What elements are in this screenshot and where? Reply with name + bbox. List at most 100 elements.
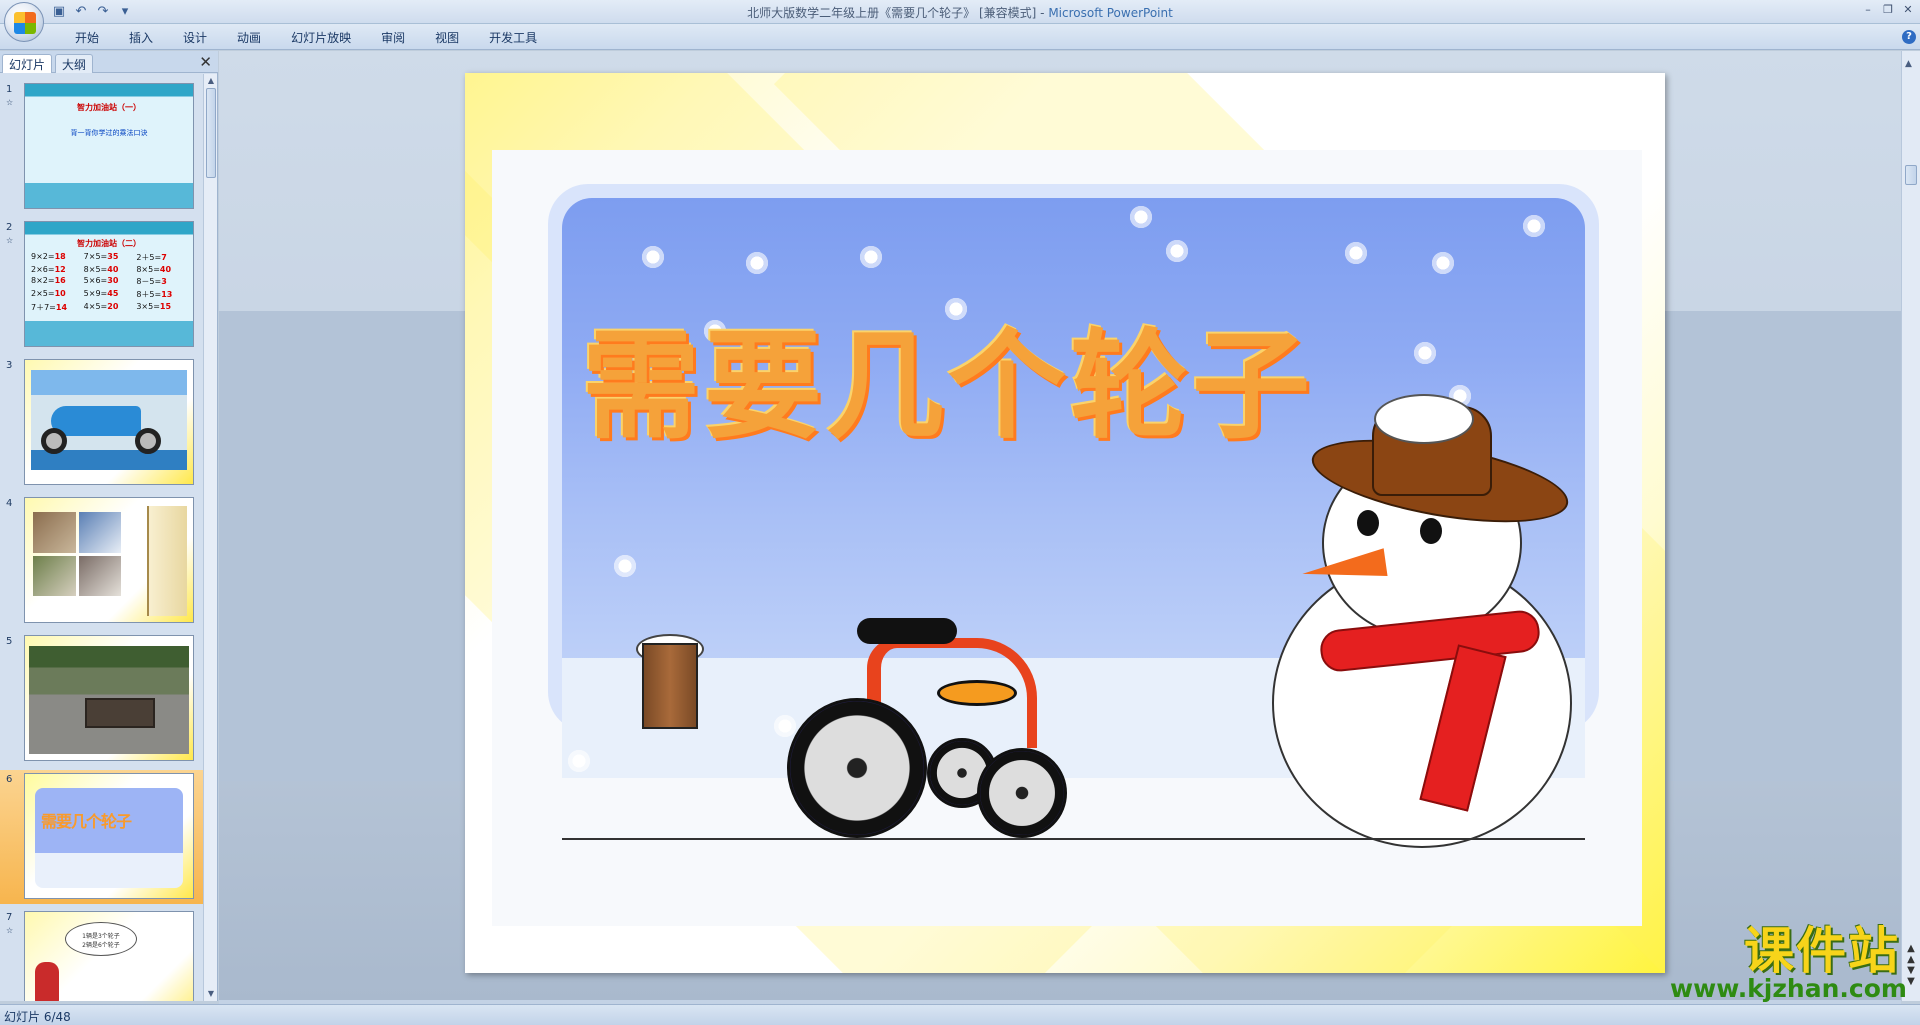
tab-review[interactable]: 审阅: [366, 29, 420, 46]
equation-item: 5×9=45: [84, 289, 137, 300]
equation-answer: 3: [161, 277, 167, 286]
equation-question: 5×6=: [83, 276, 108, 285]
equation-question: 4×5=: [83, 302, 108, 311]
watermark-url: www.kjzhan.com: [1670, 974, 1907, 1003]
close-icon[interactable]: ✕: [1900, 2, 1916, 18]
equation-answer: 13: [161, 290, 173, 299]
tab-view[interactable]: 视图: [420, 29, 474, 46]
current-slide[interactable]: 需要几个轮子: [465, 73, 1665, 973]
slides-pane: 幻灯片 大纲 ✕ 1 ☆ 智力加油站（一） 背一背你学过的乘法口诀 2 ☆ 智力…: [0, 51, 218, 1001]
boy-illustration: [35, 962, 59, 1001]
equation-item: 7×5=35: [84, 252, 137, 263]
thumbnail-scrollbar[interactable]: ▲ ▼: [203, 74, 217, 1001]
cloud-line: 2辆是6个轮子: [82, 942, 120, 949]
tricycle-photo: [31, 370, 187, 470]
equation-answer: 15: [159, 302, 172, 311]
tab-developer[interactable]: 开发工具: [474, 29, 552, 46]
tab-home[interactable]: 开始: [60, 29, 114, 46]
tab-animations[interactable]: 动画: [222, 29, 276, 46]
scrollbar-thumb[interactable]: [1905, 165, 1917, 185]
slide-counter: 幻灯片 6/48: [4, 1010, 71, 1024]
equation-answer: 7: [161, 253, 167, 262]
slide-thumbnail-1[interactable]: 1 ☆ 智力加油站（一） 背一背你学过的乘法口诀: [0, 80, 204, 214]
minimize-icon[interactable]: –: [1860, 2, 1876, 18]
equation-question: 9×2=: [31, 252, 55, 261]
equation-item: 8－5=3: [136, 276, 189, 287]
tree-stump: [642, 643, 698, 729]
thumbnail-image: 需要几个轮子: [24, 773, 194, 899]
window-title: 北师大版数学二年级上册《需要几个轮子》 [兼容模式] - Microsoft P…: [0, 4, 1920, 21]
office-button[interactable]: [4, 2, 44, 42]
slide-number: 3: [6, 360, 13, 371]
equation-answer: 16: [54, 276, 66, 285]
slide-thumbnail-5[interactable]: 5: [0, 632, 204, 766]
tab-slides[interactable]: 幻灯片: [2, 54, 53, 73]
equation-item: 5×6=30: [84, 276, 137, 287]
equation-item: 8×5=40: [136, 265, 189, 274]
thumb-subtitle: 背一背你学过的乘法口诀: [70, 129, 148, 137]
equation-question: 7×5=: [83, 252, 108, 261]
watermark-logo: 课件站 www.kjzhan.com: [1670, 925, 1907, 1003]
slide-title[interactable]: 需要几个轮子: [582, 290, 1314, 461]
slide-thumbnail-7[interactable]: 7 ☆ 1辆是3个轮子 2辆是6个轮子: [0, 908, 204, 1001]
snowflake: [612, 553, 638, 579]
document-title: 北师大版数学二年级上册《需要几个轮子》 [兼容模式]: [747, 6, 1037, 20]
office-logo-icon: [14, 12, 36, 34]
winter-scene: 需要几个轮子: [548, 184, 1599, 868]
cloud-line: 1辆是3个轮子: [82, 933, 120, 940]
slide-thumbnail-4[interactable]: 4: [0, 494, 204, 628]
pane-tabs: 幻灯片 大纲 ✕: [0, 51, 218, 73]
tab-slideshow[interactable]: 幻灯片放映: [276, 29, 366, 46]
snowflake: [744, 250, 770, 276]
equation-item: 2＋5=7: [136, 252, 189, 263]
slide-number: 7: [6, 912, 13, 923]
ribbon-tabs: 开始 插入 设计 动画 幻灯片放映 审阅 视图 开发工具 ?: [0, 24, 1920, 50]
snowflake: [640, 244, 666, 270]
tree-illustration: [147, 506, 187, 616]
cart-photo: [29, 646, 189, 754]
equation-question: 8＋5=: [136, 290, 162, 299]
tab-design[interactable]: 设计: [168, 29, 222, 46]
tab-outline[interactable]: 大纲: [55, 54, 94, 73]
mini-scene: 需要几个轮子: [35, 788, 183, 888]
equation-question: 2×5=: [31, 289, 55, 298]
equation-answer: 14: [55, 303, 68, 312]
slide-thumbnail-6[interactable]: 6 需要几个轮子: [0, 770, 204, 904]
scrollbar-thumb[interactable]: [206, 88, 216, 178]
scroll-down-icon[interactable]: ▼: [206, 989, 216, 999]
slide-number: 2: [6, 222, 13, 233]
equation-answer: 40: [107, 265, 119, 274]
thumbnail-image: 智力加油站（一） 背一背你学过的乘法口诀: [24, 83, 194, 209]
help-icon[interactable]: ?: [1902, 30, 1916, 44]
equation-item: 2×5=10: [31, 289, 84, 300]
tab-insert[interactable]: 插入: [114, 29, 168, 46]
scroll-up-icon[interactable]: ▲: [1905, 59, 1912, 69]
scroll-up-icon[interactable]: ▲: [206, 76, 216, 86]
equation-answer: 12: [54, 265, 66, 274]
thumb-title: 智力加油站（二）: [77, 239, 141, 248]
equation-answer: 18: [54, 252, 66, 261]
snowflake: [1430, 250, 1456, 276]
equation-answer: 35: [107, 252, 119, 261]
tricycle-illustration: [787, 618, 1087, 838]
slide-thumbnail-2[interactable]: 2 ☆ 智力加油站（二） 9×2=18 7×5=35 2＋5=7 2×6=12 8×5=…: [0, 218, 204, 352]
thumb-title: 智力加油站（一）: [77, 103, 141, 112]
app-name: Microsoft PowerPoint: [1048, 6, 1173, 20]
pane-close-icon[interactable]: ✕: [199, 53, 212, 71]
equation-item: 8＋5=13: [136, 289, 189, 300]
equation-answer: 30: [107, 276, 119, 285]
snowflake: [1412, 340, 1438, 366]
title-separator: -: [1036, 6, 1049, 20]
title-bar: ▣ ↶ ↷ ▾ 北师大版数学二年级上册《需要几个轮子》 [兼容模式] - Mic…: [0, 0, 1920, 42]
snowflake: [858, 244, 884, 270]
restore-icon[interactable]: ❐: [1880, 2, 1896, 18]
equation-answer: 10: [54, 289, 66, 298]
slide-thumbnail-3[interactable]: 3: [0, 356, 204, 490]
equation-item: 2×6=12: [31, 265, 84, 274]
equation-question: 2×6=: [31, 265, 55, 274]
slide-scrollbar[interactable]: ▲ ▲ ▲ ▼ ▼: [1901, 51, 1920, 1001]
snowman-illustration: [1262, 394, 1592, 858]
snowflake: [1521, 213, 1547, 239]
equation-item: 9×2=18: [31, 252, 84, 263]
equation-item: 8×2=16: [31, 276, 84, 287]
